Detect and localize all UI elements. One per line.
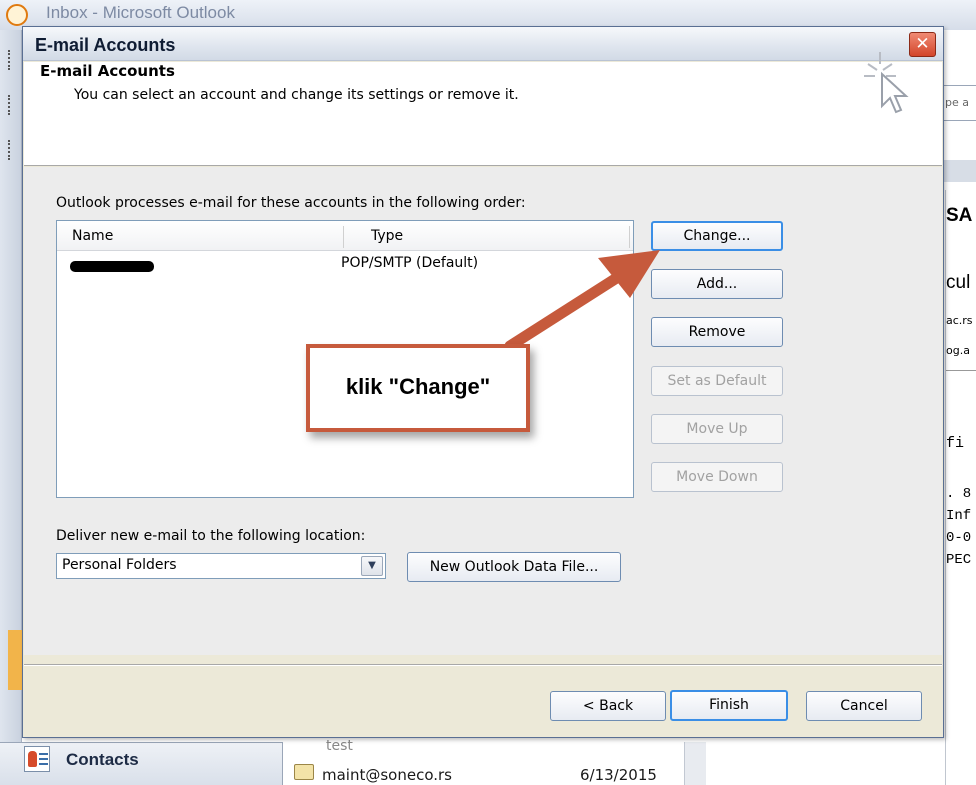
- dialog-title: E-mail Accounts: [35, 35, 176, 55]
- reading-text: ac.rs: [946, 314, 973, 327]
- toolbar-grip[interactable]: [8, 50, 12, 70]
- dropdown-arrow-icon[interactable]: ▼: [361, 556, 383, 576]
- footer-divider-highlight: [24, 665, 942, 666]
- change-button[interactable]: Change...: [651, 221, 783, 251]
- accounts-list-header: Name Type: [57, 221, 633, 251]
- reading-text: og.a: [946, 344, 970, 357]
- contacts-icon: [24, 746, 50, 772]
- reading-text: 0-0: [946, 530, 972, 546]
- back-button[interactable]: < Back: [550, 691, 666, 721]
- message-subject: test: [326, 738, 353, 754]
- reading-text: Inf: [946, 508, 972, 524]
- outlook-window-title: Inbox - Microsoft Outlook: [46, 3, 235, 22]
- message-from: maint@soneco.rs: [322, 766, 452, 784]
- accounts-list-caption: Outlook processes e-mail for these accou…: [56, 195, 526, 211]
- finish-button[interactable]: Finish: [670, 690, 788, 721]
- move-up-button[interactable]: Move Up: [651, 414, 783, 444]
- move-down-button[interactable]: Move Down: [651, 462, 783, 492]
- toolbar-grip[interactable]: [8, 140, 12, 160]
- reading-divider: [946, 370, 976, 371]
- remove-button[interactable]: Remove: [651, 317, 783, 347]
- account-row[interactable]: POP/SMTP (Default): [57, 253, 633, 277]
- search-placeholder: pe a: [945, 96, 969, 109]
- annotation-callout: klik "Change": [306, 344, 530, 432]
- wizard-cursor-icon: [864, 52, 909, 114]
- annotation-text: klik "Change": [345, 374, 491, 399]
- mail-icon: [294, 764, 314, 780]
- deliver-location-select[interactable]: Personal Folders ▼: [56, 553, 386, 579]
- message-list-scrollbar[interactable]: [684, 742, 706, 785]
- dialog-titlebar[interactable]: E-mail Accounts ✕: [23, 27, 943, 61]
- message-date: 6/13/2015: [580, 766, 657, 784]
- redaction-mark: [70, 261, 154, 272]
- column-separator[interactable]: [629, 226, 630, 248]
- reading-text: fi: [946, 435, 965, 452]
- reading-text: SA: [946, 205, 973, 226]
- deliver-location-value: Personal Folders: [62, 557, 177, 573]
- column-header-name[interactable]: Name: [72, 228, 113, 244]
- reading-text: . 8: [946, 486, 972, 502]
- add-button[interactable]: Add...: [651, 269, 783, 299]
- nav-contacts-label: Contacts: [66, 750, 139, 769]
- account-name: [66, 256, 156, 274]
- header-subtitle: You can select an account and change its…: [74, 87, 519, 103]
- column-header-type[interactable]: Type: [371, 228, 403, 244]
- account-type: POP/SMTP (Default): [341, 255, 479, 271]
- reading-pane-bar: [940, 160, 976, 182]
- cancel-button[interactable]: Cancel: [806, 691, 922, 721]
- reading-text: cul: [946, 272, 971, 293]
- outlook-app-icon: [6, 4, 28, 26]
- set-default-button[interactable]: Set as Default: [651, 366, 783, 396]
- deliver-location-caption: Deliver new e-mail to the following loca…: [56, 528, 366, 544]
- header-title: E-mail Accounts: [40, 62, 175, 80]
- toolbar-grip[interactable]: [8, 95, 12, 115]
- new-data-file-button[interactable]: New Outlook Data File...: [407, 552, 621, 582]
- reading-text: PEC: [946, 552, 972, 568]
- column-separator[interactable]: [343, 226, 344, 248]
